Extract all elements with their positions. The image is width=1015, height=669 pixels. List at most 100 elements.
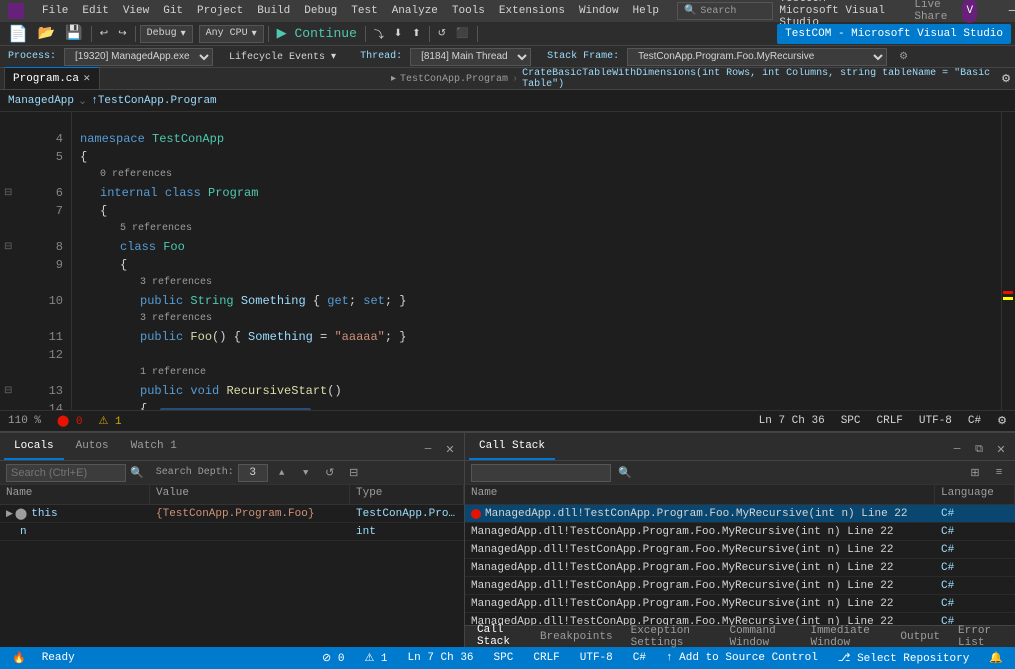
status-encoding[interactable]: UTF-8 xyxy=(576,652,617,664)
menu-help[interactable]: Help xyxy=(627,3,665,19)
status-crlf[interactable]: CRLF xyxy=(529,652,563,664)
expand-this[interactable]: ▶ xyxy=(6,509,13,519)
continue-button[interactable]: ▶ Continue xyxy=(273,24,361,44)
tab-settings-btn[interactable]: ⚙ xyxy=(1001,68,1011,90)
menu-debug[interactable]: Debug xyxy=(298,3,343,19)
code-line-8[interactable]: class Foo xyxy=(80,238,1001,256)
menu-window[interactable]: Window xyxy=(573,3,625,19)
cs-row-0[interactable]: ManagedApp.dll!TestConApp.Program.Foo.My… xyxy=(465,505,1015,523)
status-errors[interactable]: ⊘ 0 xyxy=(318,651,348,665)
cs-list-toggle[interactable]: ≡ xyxy=(989,463,1009,483)
tab-autos[interactable]: Autos xyxy=(66,434,119,460)
status-debug-mode[interactable]: 🔥 xyxy=(8,651,30,665)
depth-up-btn[interactable]: ▲ xyxy=(272,463,292,483)
stackframe-expand-icon[interactable]: ⚙ xyxy=(899,51,908,63)
tab-close-btn[interactable]: ✕ xyxy=(83,74,91,84)
code-editor[interactable]: namespace TestConApp { 0 references inte… xyxy=(72,112,1001,410)
btab-breakpoints[interactable]: Breakpoints xyxy=(532,629,621,645)
status-notifications[interactable]: 🔔 xyxy=(985,651,1007,665)
code-line-6[interactable]: internal class Program xyxy=(80,184,1001,202)
menu-build[interactable]: Build xyxy=(251,3,296,19)
menu-tools[interactable]: Tools xyxy=(446,3,491,19)
menu-git[interactable]: Git xyxy=(157,3,189,19)
cs-close-btn[interactable]: ✕ xyxy=(991,440,1011,460)
menu-test[interactable]: Test xyxy=(345,3,383,19)
cs-row-3[interactable]: ManagedApp.dll!TestConApp.Program.Foo.My… xyxy=(465,559,1015,577)
status-lang[interactable]: C# xyxy=(629,652,650,664)
thread-dropdown[interactable]: [8184] Main Thread xyxy=(410,48,531,66)
code-line-9[interactable]: { xyxy=(80,256,1001,274)
platform-dropdown[interactable]: Any CPU▾ xyxy=(199,25,264,43)
btab-errorlist[interactable]: Error List xyxy=(950,623,1011,651)
stackframe-dropdown[interactable]: TestConApp.Program.Foo.MyRecursive xyxy=(627,48,887,66)
code-line-10[interactable]: public String Something { get ; set ; } xyxy=(80,292,1001,310)
menu-file[interactable]: File xyxy=(36,3,74,19)
toolbar-undo-btn[interactable]: ↩ xyxy=(96,24,112,44)
status-repository[interactable]: ⎇ Select Repository xyxy=(834,651,974,665)
depth-down-btn[interactable]: ▼ xyxy=(296,463,316,483)
locals-refresh-btn[interactable]: ↺ xyxy=(320,463,340,483)
code-line-12[interactable] xyxy=(80,346,1001,364)
cs-row-2[interactable]: ManagedApp.dll!TestConApp.Program.Foo.My… xyxy=(465,541,1015,559)
lifecycle-events-btn[interactable]: Lifecycle Events ▾ xyxy=(229,51,336,63)
breadcrumb-program[interactable]: ↑TestConApp.Program xyxy=(91,95,216,107)
locals-row-n[interactable]: n int xyxy=(0,523,464,541)
btab-immediate[interactable]: Immediate Window xyxy=(802,623,890,651)
step-over-btn[interactable]: ⤵ xyxy=(370,24,388,44)
code-line-5[interactable]: { xyxy=(80,148,1001,166)
menu-bar[interactable]: File Edit View Git Project Build Debug T… xyxy=(36,3,665,19)
locals-pin-btn[interactable]: ─ xyxy=(418,440,438,460)
menu-analyze[interactable]: Analyze xyxy=(386,3,444,19)
restart-btn[interactable]: ↺ xyxy=(434,24,450,44)
breadcrumb-managedapp[interactable]: ManagedApp xyxy=(8,95,74,107)
menu-view[interactable]: View xyxy=(117,3,155,19)
toolbar-open-btn[interactable]: 📂 xyxy=(34,24,59,44)
locals-collapse-btn[interactable]: ⊟ xyxy=(344,463,364,483)
cs-row-5[interactable]: ManagedApp.dll!TestConApp.Program.Foo.My… xyxy=(465,595,1015,613)
process-dropdown[interactable]: [19320] ManagedApp.exe xyxy=(64,48,213,66)
cs-search-input[interactable] xyxy=(471,464,611,482)
collapse-6[interactable]: ⊟ xyxy=(4,187,12,199)
code-line-7[interactable]: { xyxy=(80,202,1001,220)
menu-extensions[interactable]: Extensions xyxy=(493,3,571,19)
tab-program-ca[interactable]: Program.ca ✕ xyxy=(4,67,100,89)
tab-watch1[interactable]: Watch 1 xyxy=(121,434,187,460)
menu-edit[interactable]: Edit xyxy=(76,3,114,19)
code-line-4[interactable]: namespace TestConApp xyxy=(80,130,1001,148)
cs-pin-btn[interactable]: ─ xyxy=(947,440,967,460)
tab-locals[interactable]: Locals xyxy=(4,434,64,460)
toolbar-redo-btn[interactable]: ↪ xyxy=(114,24,130,44)
stop-btn[interactable]: ⬛ xyxy=(452,24,472,44)
status-source-control[interactable]: ↑ Add to Source Control xyxy=(662,652,822,664)
locals-row-this[interactable]: ▶ ⬤ this {TestConApp.Program.Foo} TestCo… xyxy=(0,505,464,523)
cs-view-toggle[interactable]: ⊞ xyxy=(965,463,985,483)
cs-float-btn[interactable]: ⧉ xyxy=(969,440,989,460)
status-ready[interactable]: Ready xyxy=(38,652,79,664)
btab-callstack[interactable]: Call Stack xyxy=(469,622,530,651)
code-line-11[interactable]: public Foo () { Something = "aaaaa" ; } xyxy=(80,328,1001,346)
btab-output[interactable]: Output xyxy=(892,629,948,645)
btab-exceptions[interactable]: Exception Settings xyxy=(623,623,720,651)
menu-project[interactable]: Project xyxy=(191,3,249,19)
locals-search-input[interactable] xyxy=(6,464,126,482)
collapse-13[interactable]: ⊟ xyxy=(4,385,12,397)
config-dropdown[interactable]: Debug▾ xyxy=(140,25,193,43)
toolbar-save-btn[interactable]: 💾 xyxy=(61,24,86,44)
cs-search-btn[interactable]: 🔍 xyxy=(615,463,635,483)
live-share-btn[interactable]: Live Share xyxy=(914,0,956,23)
cs-row-4[interactable]: ManagedApp.dll!TestConApp.Program.Foo.My… xyxy=(465,577,1015,595)
btab-cmdwindow[interactable]: Command Window xyxy=(722,623,801,651)
step-out-btn[interactable]: ⬆ xyxy=(408,24,424,44)
cs-row-1[interactable]: ManagedApp.dll!TestConApp.Program.Foo.My… xyxy=(465,523,1015,541)
locals-close-btn[interactable]: ✕ xyxy=(440,440,460,460)
tab-callstack[interactable]: Call Stack xyxy=(469,434,555,460)
code-line-13[interactable]: public void RecursiveStart () xyxy=(80,382,1001,400)
status-warnings[interactable]: ⚠ 1 xyxy=(360,651,391,665)
toolbar-file-btn[interactable]: 📄 xyxy=(4,24,32,44)
search-box[interactable]: 🔍 Search xyxy=(677,2,773,20)
minimize-button[interactable]: ─ xyxy=(989,0,1015,22)
status-line-col[interactable]: Ln 7 Ch 36 xyxy=(404,652,478,664)
collapse-8[interactable]: ⊟ xyxy=(4,241,12,253)
status-spc[interactable]: SPC xyxy=(490,652,518,664)
step-into-btn[interactable]: ⬇ xyxy=(390,24,406,44)
